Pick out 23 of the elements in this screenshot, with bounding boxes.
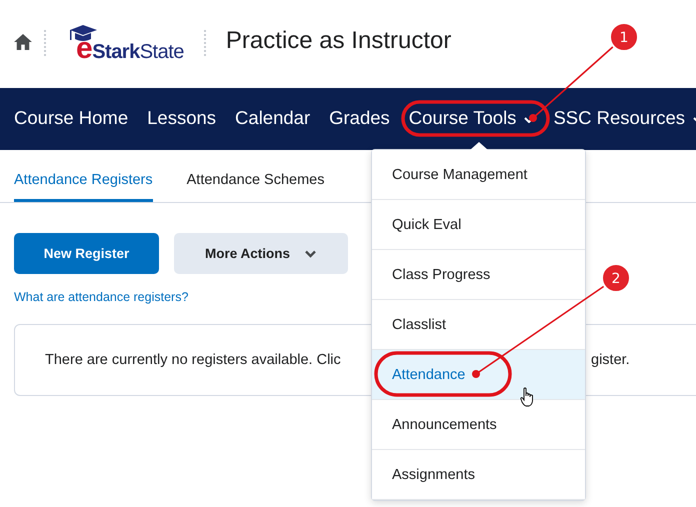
more-actions-button[interactable]: More Actions xyxy=(174,233,348,274)
dropdown-item[interactable]: Course Management xyxy=(372,150,585,200)
help-link[interactable]: What are attendance registers? xyxy=(14,290,188,304)
nav-link[interactable]: Lessons xyxy=(138,103,226,135)
dropdown-item[interactable]: Class Progress xyxy=(372,250,585,300)
nav-link[interactable]: Course Home xyxy=(5,103,138,135)
empty-message-text: gister. xyxy=(591,352,630,368)
callout-number: 2 xyxy=(612,271,620,287)
tab[interactable]: Attendance Registers xyxy=(14,150,153,202)
dropdown-item[interactable]: Assignments xyxy=(372,450,585,500)
nav-link[interactable]: Grades xyxy=(320,103,400,135)
nav-link[interactable]: Calendar xyxy=(226,103,320,135)
dropdown-item[interactable]: Classlist xyxy=(372,300,585,350)
callout-number: 1 xyxy=(620,30,628,46)
empty-message-text: There are currently no registers available. Clic xyxy=(44,352,341,368)
tab[interactable]: Attendance Schemes xyxy=(186,150,324,202)
course-title: Practice as Instructor xyxy=(226,27,452,55)
dropdown-item[interactable]: Quick Eval xyxy=(372,200,585,250)
new-register-button[interactable]: New Register xyxy=(14,233,159,274)
logo-text[interactable]: eStarkState xyxy=(68,37,184,64)
nav-link[interactable]: SSC Resources xyxy=(544,103,696,135)
nav-link[interactable]: Course Tools xyxy=(400,103,544,135)
dropdown-item[interactable]: Announcements xyxy=(372,400,585,450)
